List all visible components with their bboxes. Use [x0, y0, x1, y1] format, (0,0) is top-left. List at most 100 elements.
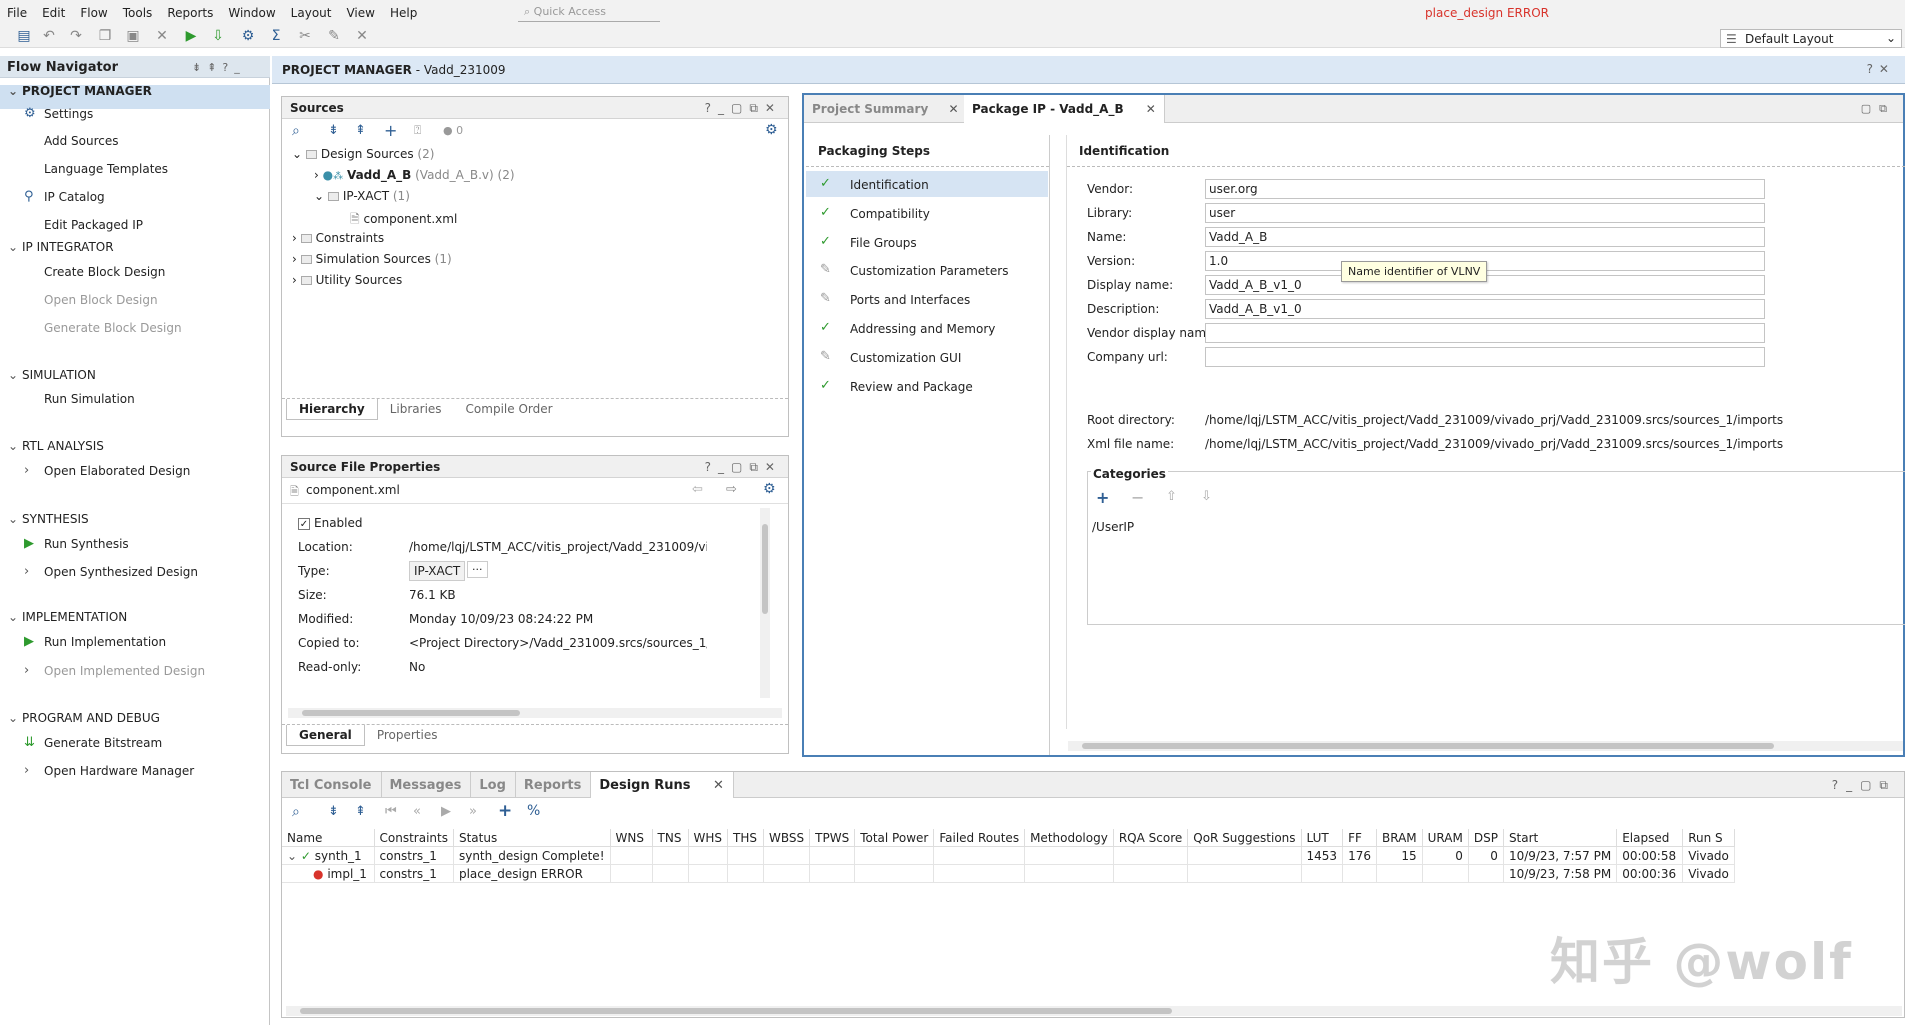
quick-access-input[interactable]: ⌕ Quick Access: [518, 2, 660, 22]
panel-controls[interactable]: ⇟⇞?_: [192, 61, 246, 74]
play-icon[interactable]: ▶: [441, 804, 451, 819]
edit-tool-icon[interactable]: ✎: [326, 28, 342, 44]
gear-icon[interactable]: ⚙: [765, 122, 778, 138]
column-header[interactable]: Status: [453, 829, 611, 847]
tab-properties[interactable]: Properties: [365, 725, 450, 745]
menu-edit[interactable]: Edit: [35, 0, 73, 20]
menu-layout[interactable]: Layout: [284, 0, 340, 20]
tree-design-sources[interactable]: ⌄ Design Sources (2): [292, 147, 434, 161]
sfp-vertical-scrollbar[interactable]: [760, 508, 770, 698]
column-header[interactable]: Elapsed: [1616, 829, 1684, 847]
type-browse-button[interactable]: ···: [467, 561, 488, 578]
column-header[interactable]: WNS: [610, 829, 653, 847]
tab-project-summary[interactable]: Project Summary ✕: [804, 95, 968, 123]
panel-window-controls[interactable]: ?_▢⧉✕: [705, 460, 782, 475]
add-run-icon[interactable]: +: [498, 801, 512, 821]
tab-libraries[interactable]: Libraries: [378, 399, 454, 419]
close-icon[interactable]: ✕: [713, 778, 724, 793]
menu-view[interactable]: View: [339, 0, 382, 20]
panel-window-controls[interactable]: ?_▢⧉✕: [705, 101, 782, 116]
step-file-groups[interactable]: ✓ File Groups: [806, 229, 1048, 255]
expand-all-icon[interactable]: ⇞: [355, 804, 366, 819]
category-item[interactable]: /UserIP: [1092, 520, 1134, 534]
column-header[interactable]: Name: [282, 829, 375, 847]
editor-window-controls[interactable]: ▢⧉: [1861, 102, 1895, 116]
tree-constraints[interactable]: › Constraints: [292, 231, 384, 245]
collapse-all-icon[interactable]: ⇟: [328, 804, 339, 819]
column-header[interactable]: Methodology: [1024, 829, 1114, 847]
nav-section-synthesis[interactable]: ⌄ SYNTHESIS: [8, 512, 89, 526]
run-icon[interactable]: ▶: [183, 28, 199, 44]
close-icon[interactable]: ✕: [948, 102, 958, 116]
nav-item-open-hardware-manager[interactable]: Open Hardware Manager: [44, 764, 194, 778]
help-close-icon[interactable]: ?✕: [1867, 62, 1895, 76]
field-input-vendor[interactable]: user.org: [1205, 179, 1765, 199]
column-header[interactable]: FF: [1342, 829, 1377, 847]
previous-icon[interactable]: «: [413, 804, 421, 819]
percent-icon[interactable]: %: [527, 803, 540, 819]
nav-item-language-templates[interactable]: Language Templates: [44, 162, 168, 176]
tree-utility-sources[interactable]: › Utility Sources: [292, 273, 402, 287]
runs-horizontal-scrollbar[interactable]: [286, 1006, 1902, 1016]
field-input-company-url[interactable]: [1205, 347, 1765, 367]
enabled-checkbox[interactable]: ✓ Enabled: [298, 516, 363, 530]
nav-section-ip-integrator[interactable]: ⌄ IP INTEGRATOR: [8, 240, 114, 254]
tab-messages[interactable]: Messages: [382, 772, 472, 798]
disabled-tool-icon[interactable]: ✂: [297, 28, 313, 44]
nav-item-run-synthesis[interactable]: Run Synthesis: [44, 537, 129, 551]
nav-item-ip-catalog[interactable]: IP Catalog: [44, 190, 105, 204]
menu-tools[interactable]: Tools: [116, 0, 161, 20]
step-customization-parameters[interactable]: ✎ Customization Parameters: [806, 257, 1048, 283]
column-header[interactable]: DSP: [1468, 829, 1504, 847]
nav-item-add-sources[interactable]: Add Sources: [44, 134, 119, 148]
panel-window-controls[interactable]: ?_▢⧉: [1832, 778, 1896, 793]
gear-icon[interactable]: ⚙: [763, 481, 776, 497]
expand-all-icon[interactable]: ⇞: [355, 123, 366, 138]
tab-tcl-console[interactable]: Tcl Console: [282, 772, 382, 798]
tab-compile-order[interactable]: Compile Order: [454, 399, 565, 419]
first-icon[interactable]: ⏮: [385, 804, 397, 819]
nav-section-simulation[interactable]: ⌄ SIMULATION: [8, 368, 96, 382]
tab-reports[interactable]: Reports: [516, 772, 592, 798]
back-arrow-icon[interactable]: ⇦: [692, 482, 703, 497]
add-source-icon[interactable]: +: [384, 121, 397, 140]
nav-item-generate-block-design[interactable]: Generate Block Design: [44, 321, 182, 335]
tab-log[interactable]: Log: [471, 772, 516, 798]
nav-item-open-elaborated-design[interactable]: Open Elaborated Design: [44, 464, 190, 478]
column-header[interactable]: THS: [727, 829, 765, 847]
identification-horizontal-scrollbar[interactable]: [1068, 741, 1903, 751]
column-header[interactable]: RQA Score: [1113, 829, 1189, 847]
nav-item-open-synthesized-design[interactable]: Open Synthesized Design: [44, 565, 198, 579]
menu-reports[interactable]: Reports: [160, 0, 221, 20]
step-ports-and-interfaces[interactable]: ✎ Ports and Interfaces: [806, 286, 1048, 312]
close-icon[interactable]: ✕: [1146, 102, 1156, 116]
add-category-icon[interactable]: +: [1096, 488, 1109, 507]
column-header[interactable]: Start: [1503, 829, 1618, 847]
column-header[interactable]: WHS: [688, 829, 729, 847]
column-header[interactable]: TNS: [652, 829, 689, 847]
step-customization-gui[interactable]: ✎ Customization GUI: [806, 344, 1048, 370]
forward-arrow-icon[interactable]: ⇨: [726, 482, 737, 497]
open-project-icon[interactable]: ▤: [16, 28, 32, 44]
menu-file[interactable]: File: [0, 0, 35, 20]
nav-item-generate-bitstream[interactable]: Generate Bitstream: [44, 736, 162, 750]
search-icon[interactable]: ⌕: [292, 804, 300, 820]
step-addressing-and-memory[interactable]: ✓ Addressing and Memory: [806, 315, 1048, 341]
run-row-synth_1[interactable]: ⌄ ✓ synth_1 constrs_1 synth_design Complet…: [282, 846, 1735, 865]
collapse-all-icon[interactable]: ⇟: [328, 123, 339, 138]
step-identification[interactable]: ✓ Identification: [806, 171, 1048, 197]
step-compatibility[interactable]: ✓ Compatibility: [806, 200, 1048, 226]
remove-category-icon[interactable]: −: [1131, 488, 1144, 507]
tree-vadd-module[interactable]: › ●⁂ Vadd_A_B (Vadd_A_B.v) (2): [314, 168, 515, 182]
nav-item-open-block-design[interactable]: Open Block Design: [44, 293, 158, 307]
nav-item-open-implemented-design[interactable]: Open Implemented Design: [44, 664, 205, 678]
field-input-vendor-display-name[interactable]: [1205, 323, 1765, 343]
search-icon[interactable]: ⌕: [292, 123, 300, 139]
move-up-icon[interactable]: ⇧: [1166, 489, 1177, 504]
column-header[interactable]: WBSS: [763, 829, 811, 847]
sfp-horizontal-scrollbar[interactable]: [288, 708, 782, 718]
tab-design-runs[interactable]: Design Runs ✕: [591, 772, 734, 798]
move-down-icon[interactable]: ⇩: [1201, 489, 1212, 504]
field-input-library[interactable]: user: [1205, 203, 1765, 223]
sigma-icon[interactable]: Σ: [268, 28, 284, 44]
